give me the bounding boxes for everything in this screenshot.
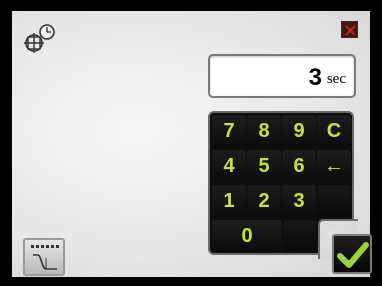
key-clear[interactable]: C	[317, 115, 351, 147]
key-6[interactable]: 6	[282, 150, 316, 182]
key-5[interactable]: 5	[247, 150, 281, 182]
key-1[interactable]: 1	[212, 185, 246, 217]
value-unit: sec	[326, 71, 346, 87]
key-blank	[284, 220, 316, 252]
value-display: 3 sec	[208, 54, 356, 98]
close-icon	[345, 25, 356, 36]
key-4[interactable]: 4	[212, 150, 246, 182]
close-button[interactable]	[341, 21, 358, 38]
checkmark-icon	[337, 242, 369, 268]
signal-curve-button[interactable]	[23, 238, 65, 276]
key-0[interactable]: 0	[212, 220, 282, 252]
key-2[interactable]: 2	[247, 185, 281, 217]
signal-curve-icon	[31, 245, 59, 270]
key-3[interactable]: 3	[282, 185, 316, 217]
key-7[interactable]: 7	[212, 115, 246, 147]
timer-settings-icon	[22, 23, 58, 57]
key-blank	[317, 185, 351, 217]
key-8[interactable]: 8	[247, 115, 281, 147]
key-backspace[interactable]: ←	[317, 150, 351, 182]
device-frame: 3 sec 7 8 9 C 4 5 6 ← 1 2 3 0	[0, 0, 382, 286]
value-number: 3	[308, 64, 322, 91]
confirm-button[interactable]	[332, 234, 372, 274]
key-9[interactable]: 9	[282, 115, 316, 147]
